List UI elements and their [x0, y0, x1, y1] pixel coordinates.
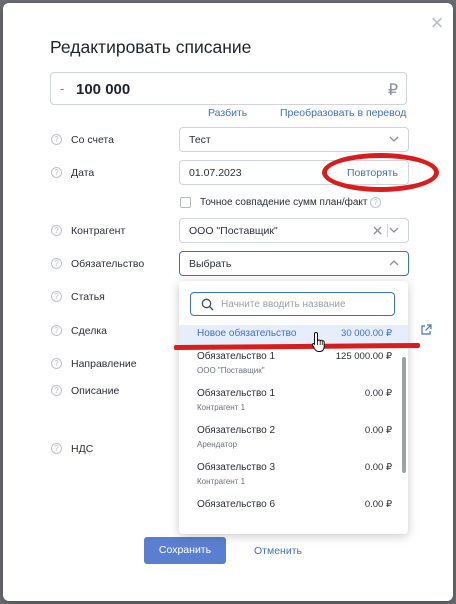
option-name: Обязательство 3 [197, 462, 276, 473]
chevron-down-icon [389, 225, 399, 235]
list-item[interactable]: Обязательство 3 0.00 ₽ Контрагент 1 [179, 456, 408, 493]
option-counterparty: Арендатор [197, 440, 238, 449]
counterparty-label: Контрагент [71, 225, 126, 237]
option-amount: 30 000.00 ₽ [341, 328, 392, 339]
option-amount: 0.00 ₽ [364, 462, 392, 473]
help-icon[interactable]: ? [51, 385, 62, 396]
chevron-up-icon [389, 258, 399, 268]
option-name: Обязательство 2 [197, 425, 276, 436]
help-icon[interactable]: ? [51, 258, 62, 269]
divider [387, 224, 388, 237]
exact-match-checkbox[interactable] [180, 197, 191, 208]
date-label: Дата [71, 167, 95, 179]
hand-cursor-icon [311, 331, 327, 358]
ruble-icon: ₽ [387, 82, 398, 99]
option-name: Обязательство 1 [197, 351, 276, 362]
obligation-value: Выбрать [189, 258, 232, 270]
counterparty-select[interactable]: ООО "Поставщик" [179, 218, 409, 243]
option-name: Обязательство 6 [197, 499, 276, 510]
search-input[interactable] [221, 296, 389, 313]
obligation-select[interactable]: Выбрать [179, 251, 409, 276]
external-link-icon[interactable] [420, 323, 432, 341]
amount-value[interactable]: 100 000 [76, 81, 130, 98]
amount-field[interactable]: - 100 000 ₽ [50, 72, 407, 105]
obligation-dropdown: Новое обязательство 30 000.00 ₽ Обязател… [179, 281, 408, 534]
option-counterparty: ООО "Поставщик" [197, 366, 265, 375]
help-icon[interactable]: ? [51, 167, 62, 178]
dialog-title: Редактировать списание [50, 37, 252, 57]
option-amount: 0.00 ₽ [364, 388, 392, 399]
obligation-label: Обязательство [71, 258, 145, 270]
list-item[interactable]: Обязательство 6 0.00 ₽ [179, 493, 408, 530]
option-amount: 0.00 ₽ [364, 425, 392, 436]
date-value: 01.07.2023 [189, 167, 242, 179]
help-icon[interactable]: ? [370, 197, 381, 208]
cancel-button[interactable]: Отменить [254, 545, 302, 557]
help-icon[interactable]: ? [51, 291, 62, 302]
option-name: Обязательство 1 [197, 388, 276, 399]
convert-to-transfer-link[interactable]: Преобразовать в перевод [280, 107, 406, 119]
article-label: Статья [71, 291, 105, 303]
list-item[interactable]: Обязательство 1 0.00 ₽ Контрагент 1 [179, 382, 408, 419]
option-amount: 125 000.00 ₽ [335, 351, 392, 362]
search-icon [201, 298, 214, 316]
vat-label: НДС [71, 443, 94, 455]
obligation-options: Новое обязательство 30 000.00 ₽ Обязател… [179, 325, 408, 530]
help-icon[interactable]: ? [51, 358, 62, 369]
direction-label: Направление [71, 358, 137, 370]
option-name: Новое обязательство [197, 328, 297, 339]
help-icon[interactable]: ? [51, 225, 62, 236]
option-counterparty: Контрагент 1 [197, 403, 246, 412]
obligation-search[interactable] [190, 292, 395, 316]
list-item[interactable]: Обязательство 1 125 000.00 ₽ ООО "Постав… [179, 345, 408, 382]
chevron-down-icon [389, 134, 399, 144]
list-item[interactable]: Обязательство 2 0.00 ₽ Арендатор [179, 419, 408, 456]
help-icon[interactable]: ? [51, 325, 62, 336]
clear-icon[interactable] [373, 226, 382, 235]
option-amount: 0.00 ₽ [364, 499, 392, 510]
account-select[interactable]: Тест [179, 127, 409, 152]
option-new-obligation[interactable]: Новое обязательство 30 000.00 ₽ [179, 325, 408, 345]
help-icon[interactable]: ? [51, 134, 62, 145]
close-icon[interactable]: × [428, 12, 446, 34]
counterparty-value: ООО "Поставщик" [189, 225, 278, 237]
annotation-ellipse [322, 153, 439, 192]
account-label: Со счета [71, 134, 114, 146]
option-counterparty: Контрагент 1 [197, 477, 246, 486]
deal-label: Сделка [71, 325, 107, 337]
scrollbar[interactable] [402, 357, 406, 473]
exact-match-label: Точное совпадение сумм план/факт [200, 197, 368, 208]
description-label: Описание [71, 385, 120, 397]
account-value: Тест [189, 134, 211, 146]
save-button[interactable]: Сохранить [144, 537, 226, 564]
help-icon[interactable]: ? [51, 443, 62, 454]
split-link[interactable]: Разбить [208, 107, 247, 119]
amount-sign: - [60, 81, 65, 96]
